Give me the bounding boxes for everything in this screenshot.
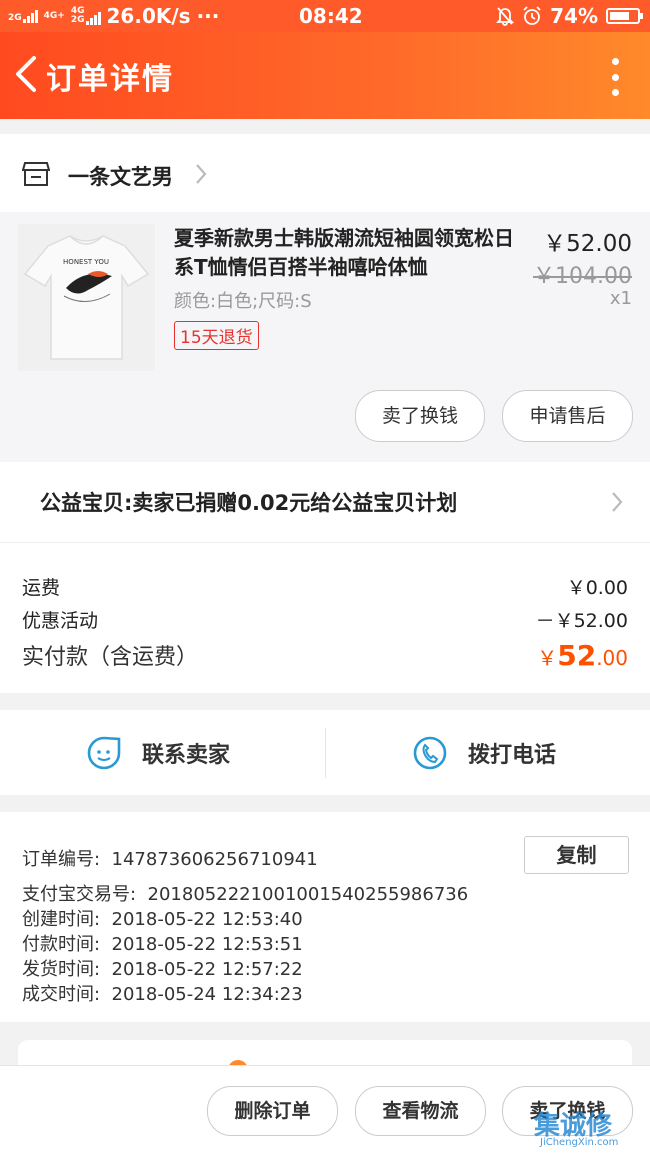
signal-icon: 4G 2G xyxy=(71,7,101,25)
call-phone-button[interactable]: 拨打电话 xyxy=(412,710,556,795)
product-quantity: x1 xyxy=(609,288,632,309)
call-phone-label: 拨打电话 xyxy=(468,742,557,768)
contact-seller-label: 联系卖家 xyxy=(142,742,231,768)
completed-time-row: 成交时间: 2018-05-24 12:34:23 xyxy=(22,984,303,1005)
page-title: 订单详情 xyxy=(46,62,174,97)
network-speed: 26.0K/s xyxy=(106,4,191,28)
nav-bar: 订单详情 xyxy=(0,32,650,119)
charity-row[interactable]: 公益宝贝:卖家已捐赠0.02元给公益宝贝计划 xyxy=(0,462,650,542)
copy-button[interactable]: 复制 xyxy=(524,836,629,874)
battery-icon xyxy=(606,8,643,24)
mute-bell-icon xyxy=(496,7,515,26)
created-time-row: 创建时间: 2018-05-22 12:53:40 xyxy=(22,909,303,930)
signal-icon: 2G xyxy=(8,9,38,23)
alipay-trade-row: 支付宝交易号: 2018052221001001540255986736 xyxy=(22,884,469,905)
alarm-icon xyxy=(523,6,541,25)
after-sale-button[interactable]: 申请售后 xyxy=(502,390,633,442)
shop-name[interactable]: 一条文艺男 xyxy=(68,161,173,191)
shipping-time-row: 发货时间: 2018-05-22 12:57:22 xyxy=(22,959,303,980)
fee-summary: 运费 ￥0.00 优惠活动 －￥52.00 实付款（含运费） ￥52.00 xyxy=(0,542,650,693)
view-logistics-button[interactable]: 查看物流 xyxy=(355,1086,486,1136)
status-bar: 2G 4G+ 4G 2G 26.0K/s ··· 08:42 74% xyxy=(0,0,650,32)
sell-for-cash-button[interactable]: 卖了换钱 xyxy=(355,390,485,442)
paid-label: 实付款（含运费） xyxy=(22,645,199,670)
discount-value: －￥52.00 xyxy=(535,610,628,632)
order-info: 订单编号: 147873606256710941 复制 支付宝交易号: 2018… xyxy=(0,812,650,1022)
product-spec: 颜色:白色;尺码:S xyxy=(174,291,312,312)
charity-text: 公益宝贝:卖家已捐赠0.02元给公益宝贝计划 xyxy=(40,491,458,515)
phone-icon xyxy=(413,736,447,769)
delete-order-button[interactable]: 删除订单 xyxy=(207,1086,338,1136)
tshirt-image: HONEST YOU xyxy=(23,235,150,360)
divider xyxy=(325,728,326,778)
chat-face-icon xyxy=(87,736,121,769)
battery-percent: 74% xyxy=(550,4,598,28)
tshirt-print-text: HONEST YOU xyxy=(63,258,109,266)
signal-icon: 4G+ xyxy=(43,10,65,21)
clock: 08:42 xyxy=(299,4,363,28)
product-price: ￥52.00 xyxy=(543,231,632,257)
watermark-logo: 集诚修 JiChengXin.com xyxy=(534,1111,619,1148)
chevron-right-icon xyxy=(196,164,207,184)
more-notifications: ··· xyxy=(196,4,220,28)
chevron-right-icon xyxy=(612,492,623,512)
store-icon xyxy=(22,162,50,186)
product-item[interactable]: HONEST YOU 夏季新款男士韩版潮流短袖圆领宽松日系T恤情侣百搭半袖嘻哈体… xyxy=(0,212,650,462)
more-menu-icon[interactable] xyxy=(610,58,620,96)
contact-seller-button[interactable]: 联系卖家 xyxy=(86,710,230,795)
discount-label: 优惠活动 xyxy=(22,610,99,632)
shop-row[interactable]: 一条文艺男 xyxy=(0,134,650,212)
shipping-label: 运费 xyxy=(22,577,61,599)
paid-value: ￥52.00 xyxy=(537,639,628,672)
contact-bar: 联系卖家 拨打电话 xyxy=(0,710,650,795)
order-number-row[interactable]: 订单编号: 147873606256710941 xyxy=(22,845,318,871)
return-policy-badge: 15天退货 xyxy=(174,321,259,350)
product-thumbnail[interactable]: HONEST YOU xyxy=(18,224,155,371)
product-title[interactable]: 夏季新款男士韩版潮流短袖圆领宽松日系T恤情侣百搭半袖嘻哈体恤 xyxy=(174,224,529,282)
original-price: ￥104.00 xyxy=(533,264,632,289)
payment-time-row: 付款时间: 2018-05-22 12:53:51 xyxy=(22,934,303,955)
shipping-value: ￥0.00 xyxy=(566,577,628,599)
